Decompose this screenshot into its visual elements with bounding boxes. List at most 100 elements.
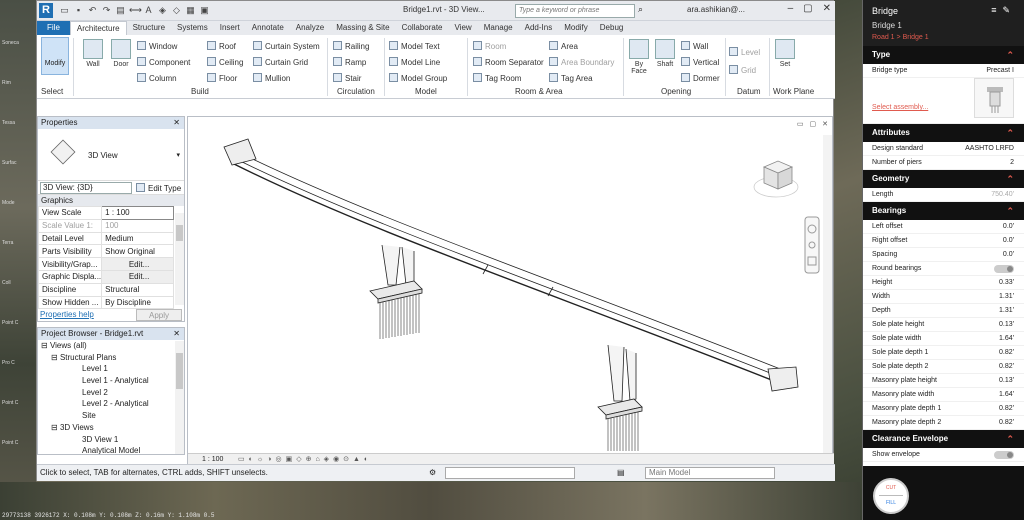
number-of-piers-input[interactable]: 2: [1010, 156, 1014, 170]
room-button[interactable]: Room: [473, 41, 506, 51]
set-work-plane-button[interactable]: Set: [775, 39, 795, 68]
tab-analyze[interactable]: Analyze: [290, 21, 330, 35]
save-icon[interactable]: ▪: [73, 5, 84, 16]
menu-icon[interactable]: ≡: [991, 5, 1002, 15]
apply-button[interactable]: Apply: [136, 309, 182, 321]
close-icon[interactable]: ✕: [823, 3, 831, 14]
desktop-icon-label[interactable]: Coll: [2, 280, 11, 286]
text-icon[interactable]: A: [143, 5, 154, 16]
section-clearance-envelope[interactable]: Clearance Envelope ⌃: [863, 430, 1024, 448]
curtain-system-button[interactable]: Curtain System: [253, 41, 320, 51]
tab-view[interactable]: View: [449, 21, 478, 35]
design-option-select[interactable]: Main Model: [645, 467, 775, 479]
type-selector[interactable]: 3D View ▾: [38, 129, 184, 181]
wall-opening-button[interactable]: Wall: [681, 41, 708, 51]
tab-structure[interactable]: Structure: [127, 21, 171, 35]
desktop-icon-label[interactable]: Surfac: [2, 160, 16, 166]
select-dropdown[interactable]: Select: [41, 87, 63, 96]
desktop-icon-label[interactable]: Tessa: [2, 120, 15, 126]
bearing-value-input[interactable]: 1.64': [999, 332, 1014, 346]
tab-collaborate[interactable]: Collaborate: [396, 21, 449, 35]
bridge-type-select[interactable]: Precast I: [986, 64, 1014, 78]
component-button[interactable]: Component: [137, 57, 190, 67]
model-text-button[interactable]: Model Text: [389, 41, 440, 51]
stair-button[interactable]: Stair: [333, 73, 361, 83]
maximize-icon[interactable]: ▢: [803, 3, 812, 14]
desktop-icon-label[interactable]: Mode: [2, 200, 15, 206]
bearing-value-input[interactable]: 0.82': [999, 360, 1014, 374]
desktop-icon-label[interactable]: Rim: [2, 80, 11, 86]
desktop-icon-label[interactable]: Pro C: [2, 360, 15, 366]
measure-icon[interactable]: ⟷: [129, 5, 142, 16]
vertical-opening-button[interactable]: Vertical: [681, 57, 719, 67]
wall-button[interactable]: Wall: [79, 39, 107, 68]
section-icon[interactable]: ◇: [171, 5, 182, 16]
tab-massing-site[interactable]: Massing & Site: [330, 21, 395, 35]
tab-architecture[interactable]: Architecture: [69, 21, 127, 35]
scrollbar[interactable]: [175, 213, 184, 305]
desktop-icon-label[interactable]: Point C: [2, 320, 18, 326]
tab-file[interactable]: File: [37, 21, 70, 35]
properties-help-link[interactable]: Properties help: [40, 310, 94, 319]
edit-type-button[interactable]: Edit Type: [136, 183, 181, 193]
tree-item[interactable]: ⊟ Structural Plans: [38, 352, 184, 364]
bearing-value-input[interactable]: 0.82': [999, 346, 1014, 360]
redo-icon[interactable]: ↷: [101, 5, 112, 16]
3d-viewport[interactable]: ▭ ▢ ✕ 1: 100 ▭◐☼◑◎▣◇⊕⌂◈◉⊙▲◐: [187, 116, 834, 465]
bearing-value-input[interactable]: 0.33': [999, 276, 1014, 290]
ramp-button[interactable]: Ramp: [333, 57, 366, 67]
area-boundary-button[interactable]: Area Boundary: [549, 57, 614, 67]
model-group-button[interactable]: Model Group: [389, 73, 447, 83]
visibility-edit-button[interactable]: Edit...: [101, 257, 174, 271]
scrollbar[interactable]: [175, 341, 184, 454]
tag-area-button[interactable]: Tag Area: [549, 73, 593, 83]
floor-button[interactable]: Floor: [207, 73, 237, 83]
model-line-button[interactable]: Model Line: [389, 57, 440, 67]
room-separator-button[interactable]: Room Separator: [473, 57, 544, 67]
roof-button[interactable]: Roof: [207, 41, 236, 51]
grid-button[interactable]: Grid: [729, 65, 756, 75]
switch-windows-icon[interactable]: ▣: [199, 5, 210, 16]
open-icon[interactable]: ▭: [59, 5, 70, 16]
bearing-value-input[interactable]: 1.31': [999, 290, 1014, 304]
ceiling-button[interactable]: Ceiling: [207, 57, 243, 67]
bearing-value-input[interactable]: 0.13': [999, 374, 1014, 388]
view-cube-icon[interactable]: [753, 160, 799, 198]
show-envelope-toggle[interactable]: [994, 451, 1014, 459]
tree-item[interactable]: Level 1 - Analytical: [38, 375, 184, 387]
level-button[interactable]: Level: [729, 47, 760, 57]
desktop-icon-label[interactable]: Terra: [2, 240, 13, 246]
breadcrumb-bridge[interactable]: Bridge 1: [903, 34, 929, 41]
tree-item[interactable]: 3D View 1: [38, 434, 184, 446]
properties-group[interactable]: Graphics: [38, 195, 184, 206]
worksets-icon[interactable]: ⚙: [429, 465, 436, 481]
minimize-icon[interactable]: –: [788, 3, 794, 14]
desktop-icon-label[interactable]: Soneca: [2, 40, 19, 46]
tree-item[interactable]: Site: [38, 410, 184, 422]
tab-insert[interactable]: Insert: [214, 21, 246, 35]
undo-icon[interactable]: ↶: [87, 5, 98, 16]
round-bearings-toggle[interactable]: [994, 265, 1014, 273]
bearing-value-input[interactable]: 0.82': [999, 402, 1014, 416]
user-account[interactable]: ara.ashikian@...: [687, 5, 745, 14]
shaft-button[interactable]: Shaft: [653, 39, 677, 68]
scrollbar[interactable]: [823, 135, 832, 453]
modify-button[interactable]: Modify: [41, 37, 69, 75]
tab-modify[interactable]: Modify: [558, 21, 594, 35]
tab-systems[interactable]: Systems: [171, 21, 214, 35]
view-instance-selector[interactable]: 3D View: {3D}: [40, 182, 132, 194]
revit-logo[interactable]: R: [39, 3, 53, 18]
section-bearings[interactable]: Bearings ⌃: [863, 202, 1024, 220]
desktop-icon-label[interactable]: Point C: [2, 440, 18, 446]
section-geometry[interactable]: Geometry ⌃: [863, 170, 1024, 188]
tab-debug[interactable]: Debug: [594, 21, 630, 35]
tab-annotate[interactable]: Annotate: [246, 21, 290, 35]
curtain-grid-button[interactable]: Curtain Grid: [253, 57, 308, 67]
tree-item[interactable]: ⊟ 3D Views: [38, 422, 184, 434]
select-assembly-link[interactable]: Select assembly...: [872, 104, 928, 111]
railing-button[interactable]: Railing: [333, 41, 369, 51]
window-button[interactable]: Window: [137, 41, 177, 51]
bearing-value-input[interactable]: 1.64': [999, 388, 1014, 402]
cut-fill-widget[interactable]: CUT FILL: [873, 478, 909, 514]
tree-item[interactable]: ⊟ Views (all): [38, 340, 184, 352]
